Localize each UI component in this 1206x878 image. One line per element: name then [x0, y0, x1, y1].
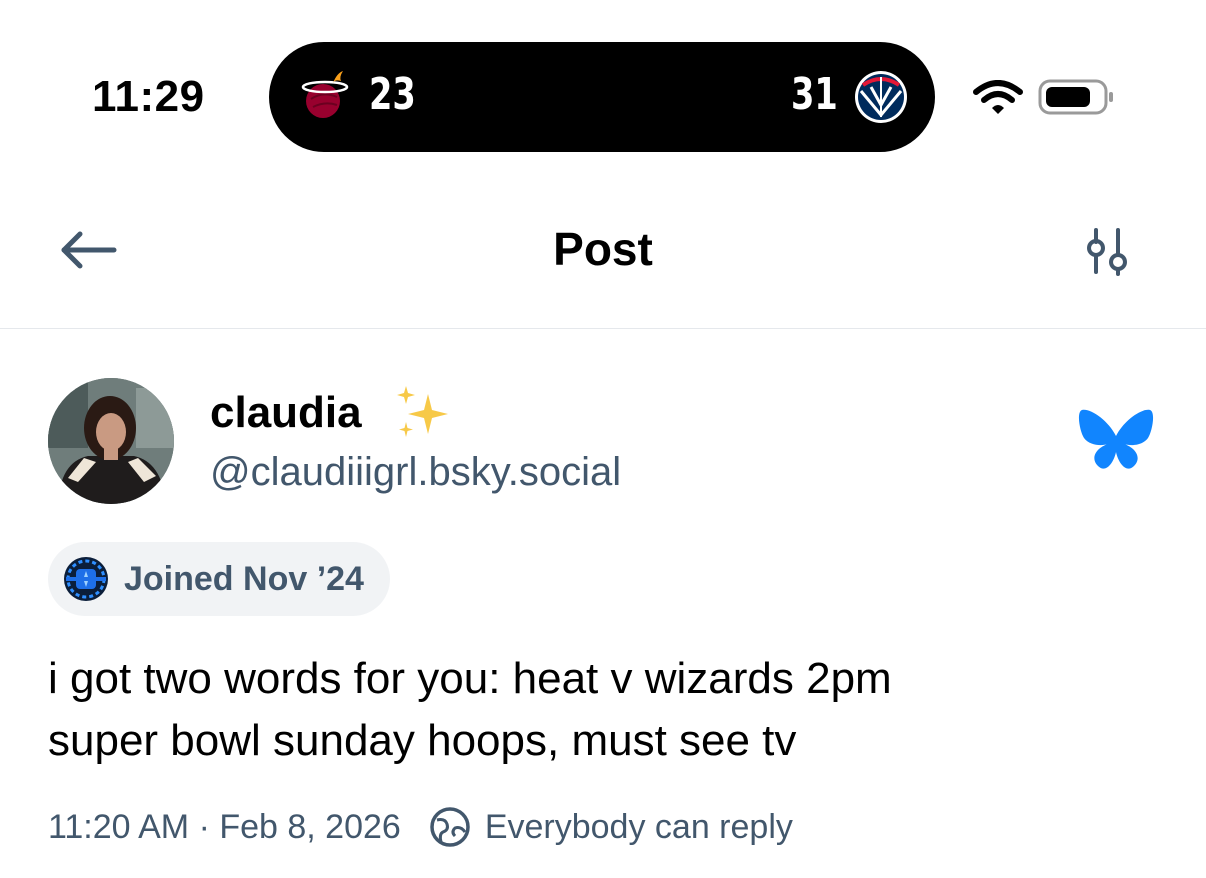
away-score: 31 [791, 69, 838, 120]
home-score: 23 [369, 69, 416, 120]
sparkles-emoji-icon [397, 386, 448, 437]
avatar-photo [48, 378, 174, 504]
post-meta: 11:20 AM · Feb 8, 2026 Everybody can rep… [48, 806, 793, 848]
new-user-badge-icon [64, 557, 108, 601]
washington-wizards-logo-icon [855, 71, 907, 123]
joined-text: Joined Nov ’24 [124, 559, 364, 598]
author-display-name[interactable]: claudia [210, 388, 362, 438]
globe-icon [430, 807, 470, 847]
miami-heat-logo-icon [301, 71, 349, 118]
post-text-line: super bowl sunday hoops, must see tv [48, 716, 797, 765]
wifi-icon [973, 80, 1023, 114]
status-time: 11:29 [92, 72, 205, 121]
status-bar: 11:29 23 31 [0, 0, 1206, 160]
battery-icon [1038, 79, 1113, 115]
post-timestamp: 11:20 AM · Feb 8, 2026 [48, 807, 401, 846]
post-body: i got two words for you: heat v wizards … [48, 648, 1158, 772]
sliders-icon[interactable] [1080, 226, 1136, 278]
joined-badge: Joined Nov ’24 [48, 542, 390, 616]
author-handle[interactable]: @claudiiigrl.bsky.social [210, 450, 621, 495]
bluesky-butterfly-icon [1078, 409, 1154, 469]
reply-setting[interactable]: Everybody can reply [485, 808, 793, 847]
live-activity-island[interactable]: 23 31 [269, 42, 935, 152]
post-text-line: i got two words for you: heat v wizards … [48, 654, 892, 703]
page-title: Post [553, 223, 653, 275]
avatar[interactable] [48, 378, 174, 504]
